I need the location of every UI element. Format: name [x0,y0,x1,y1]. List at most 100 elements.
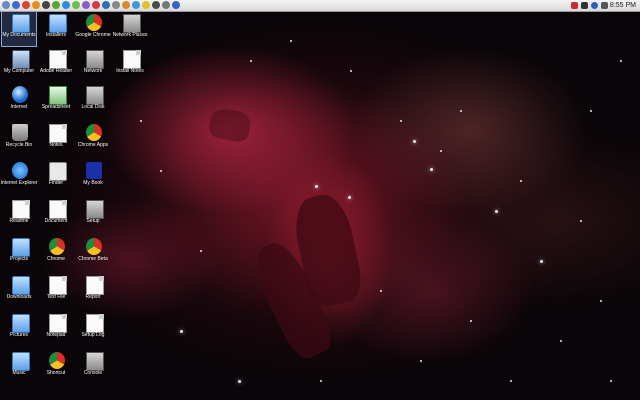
chrome-icon [86,238,102,255]
star [540,260,543,263]
desktop-icon-label: Network [83,68,103,74]
desktop-icon-label: Recycle Bin [5,142,33,148]
desktop-icon-label: Installers [45,32,66,38]
app-icon[interactable] [32,1,40,9]
desktop-icon[interactable]: Console [76,350,110,384]
app-icon[interactable] [12,1,20,9]
app-icon[interactable] [62,1,70,9]
app-icon[interactable] [52,1,60,9]
desktop-icon[interactable]: Installers [39,12,73,46]
desktop-icon[interactable]: Notepad [39,312,73,346]
desktop-icon[interactable]: Internet [2,84,36,118]
monitor-icon [12,50,30,69]
star [460,110,462,112]
desktop-icon-label: Pictures [9,332,29,338]
desktop-icon[interactable]: Pictures [2,312,36,346]
app-icon[interactable] [122,1,130,9]
doc-icon [86,314,104,333]
desktop-icon[interactable]: Network Places [113,12,147,46]
desktop-icon[interactable]: Install Notes [113,48,147,82]
phone-icon[interactable] [581,2,588,9]
desktop-icon-label: Document [44,218,68,224]
desktop-icon-label: Spreadsheet [41,104,71,110]
app-icon[interactable] [112,1,120,9]
desktop-icon-label: Chrome Apps [77,142,109,148]
desktop-icon[interactable]: Adobe Reader [39,48,73,82]
doc-icon [49,200,67,219]
desktop-icon-label: Setup [86,218,100,224]
desktop-icon[interactable]: Chrome [39,236,73,270]
clock[interactable]: 8:55 PM [610,0,636,11]
chrome-icon [86,124,102,141]
star [590,110,592,112]
app-icon[interactable] [42,1,50,9]
desktop-icon[interactable]: Projects [2,236,36,270]
app-icon[interactable] [82,1,90,9]
desktop-icon[interactable]: Recycle Bin [2,122,36,156]
app-icon[interactable] [92,1,100,9]
desktop-icon[interactable]: Setup Log [76,312,110,346]
desktop-icon-label: Chrome Beta [78,256,108,262]
desktop-icon[interactable]: Shortcut [39,350,73,384]
desktop-icon-label: Projects [9,256,29,262]
app-icon[interactable] [142,1,150,9]
desktop-icon-label: Network Places [112,32,148,38]
folder-icon [12,14,30,33]
desktop-icon[interactable]: Downloads [2,274,36,308]
network-icon[interactable] [571,2,578,9]
desktop-icon[interactable]: Chrome Apps [76,122,110,156]
star [140,120,142,122]
desktop-icon-label: Local Disk [81,104,105,110]
desktop-icon[interactable]: Spreadsheet [39,84,73,118]
desktop-icon-label: Chrome [47,256,65,262]
folder-icon [49,14,67,33]
star [200,250,202,252]
desktop-icon[interactable]: Notes [39,122,73,156]
desktop-icon[interactable]: My Documents [1,11,37,47]
app-icon[interactable] [152,1,160,9]
app-icon[interactable] [102,1,110,9]
desktop-icon-label: Setup Log [81,332,105,338]
star [510,380,512,382]
app-icon[interactable] [72,1,80,9]
desktop-icon[interactable]: My Book [76,160,110,194]
desktop-icon[interactable]: Finder [39,160,73,194]
star [400,120,402,122]
desktop-icon[interactable]: My Computer [2,48,36,82]
desktop-icon[interactable]: Document [39,198,73,232]
desktop-icon[interactable]: Local Disk [76,84,110,118]
star [250,60,252,62]
desktop-icon[interactable]: Google Chrome [75,12,111,46]
doc-icon [49,50,67,69]
desktop-icon-label: Text File [46,294,66,300]
star [315,185,318,188]
desktop-icon[interactable]: Setup [76,198,110,232]
star [600,300,602,302]
app-icon[interactable] [2,1,10,9]
desktop-icon-label: My Computer [3,68,34,74]
app-icon[interactable] [172,1,180,9]
star [580,220,582,222]
bluetooth-icon[interactable] [591,2,598,9]
desktop-icon[interactable]: Music [2,350,36,384]
desktop-icon-label: Internet [10,104,28,110]
desktop-icon-label: Finder [48,180,64,186]
app-icon[interactable] [162,1,170,9]
app-icon[interactable] [132,1,140,9]
desktop-icon[interactable]: Chrome Beta [76,236,110,270]
desktop-icon[interactable]: Report [76,274,110,308]
star [495,210,498,213]
server-icon [123,14,141,33]
desktop-icon-label: Install Notes [116,68,144,74]
desktop-icon[interactable]: Text File [39,274,73,308]
desktop-icon[interactable]: Internet Explorer [1,160,37,194]
user-icon[interactable] [601,2,608,9]
desktop-icon-label: Shortcut [46,370,66,376]
desktop-icon[interactable]: Network [76,48,110,82]
mac-icon [49,162,67,181]
server-icon [86,352,104,371]
desktop-icon[interactable]: Readme [2,198,36,232]
app-icon[interactable] [22,1,30,9]
doc-icon [12,200,30,219]
star [560,340,562,342]
